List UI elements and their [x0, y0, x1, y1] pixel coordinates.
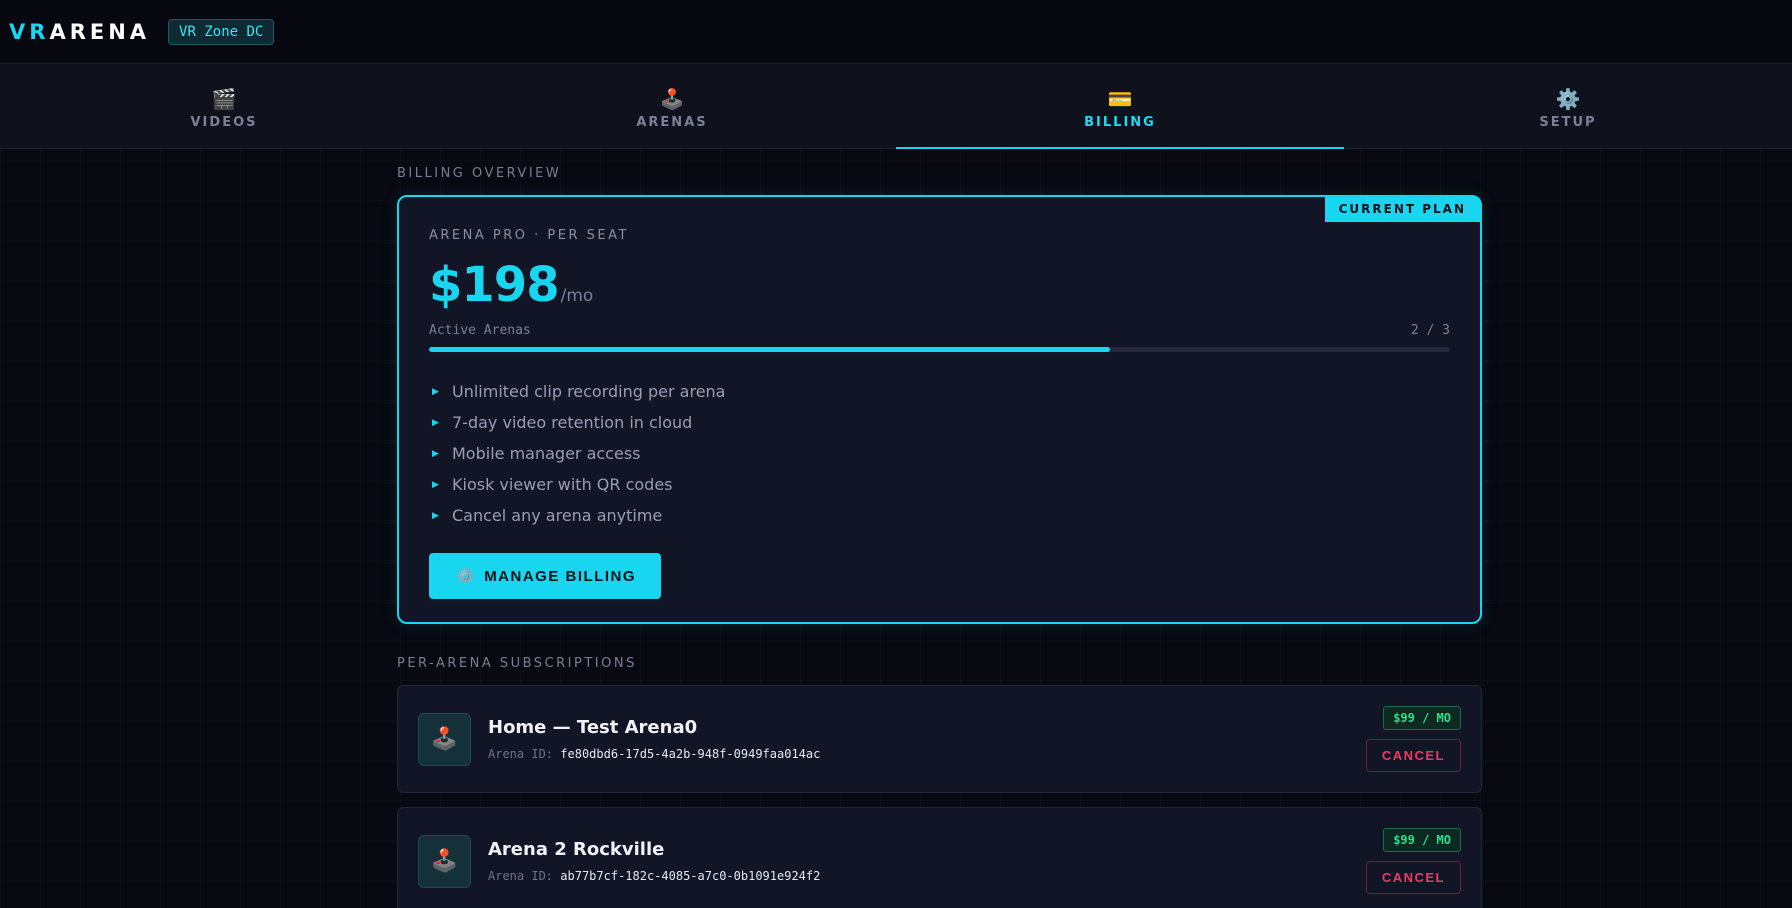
venue-badge: VR Zone DC [168, 18, 275, 45]
usage-label: Active Arenas [429, 323, 531, 338]
triangle-bullet-icon: ▶ [432, 417, 439, 428]
usage-row: Active Arenas 2 / 3 [429, 323, 1450, 338]
tab-arenas[interactable]: 🕹️ ARENAS [448, 64, 896, 148]
section-title: PER-ARENA SUBSCRIPTIONS [397, 656, 637, 671]
arena-id: Arena ID: ab77b7cf-182c-4085-a7c0-0b1091… [488, 869, 821, 883]
usage-value: 2 / 3 [1410, 323, 1450, 338]
logo-text: ARENA [49, 19, 151, 44]
feature-item: ▶ Cancel any arena anytime [429, 500, 1450, 531]
joystick-icon: 🕹️ [659, 86, 685, 111]
triangle-bullet-icon: ▶ [432, 386, 439, 397]
feature-item: ▶ Mobile manager access [429, 438, 1450, 469]
price-badge: $99 / MO [1383, 828, 1461, 852]
arena-name: Home — Test Arena0 [488, 717, 698, 738]
feature-list: ▶ Unlimited clip recording per arena ▶ 7-d… [429, 376, 1450, 531]
main-nav: 🎬 VIDEOS 🕹️ ARENAS 💳 BILLING ⚙️ SETUP [0, 64, 1792, 149]
arena-actions: $99 / MO CANCEL [1365, 828, 1461, 894]
joystick-icon: 🕹️ [418, 712, 471, 766]
current-plan-card: CURRENT PLAN ARENA PRO · PER SEAT $198 /… [397, 195, 1482, 624]
price-row: $198 /mo [429, 257, 1450, 313]
arena-name: Arena 2 Rockville [488, 839, 665, 860]
tab-setup[interactable]: ⚙️ SETUP [1344, 64, 1792, 148]
arena-subscription-row: 🕹️ Arena 2 Rockville Arena ID: ab77b7cf-… [397, 807, 1482, 908]
feature-item: ▶ Kiosk viewer with QR codes [429, 469, 1450, 500]
arena-info: Home — Test Arena0 Arena ID: fe80dbd6-17… [488, 717, 820, 761]
current-plan-badge: CURRENT PLAN [1324, 197, 1480, 222]
gear-icon: ⚙️ [1555, 86, 1581, 111]
feature-item: ▶ Unlimited clip recording per arena [429, 376, 1450, 407]
triangle-bullet-icon: ▶ [432, 479, 439, 490]
joystick-icon: 🕹️ [418, 834, 471, 888]
usage-progress-bar [429, 347, 1450, 352]
tab-label: ARENAS [636, 114, 708, 130]
section-title: BILLING OVERVIEW [397, 166, 562, 181]
manage-billing-button[interactable]: ⚙️ MANAGE BILLING [429, 553, 662, 599]
clapper-icon: 🎬 [211, 86, 237, 111]
plan-price: $198 [429, 257, 560, 313]
credit-card-icon: 💳 [1107, 86, 1133, 111]
price-unit: /mo [560, 286, 594, 306]
triangle-bullet-icon: ▶ [432, 510, 439, 521]
app-logo[interactable]: VRARENA [9, 20, 150, 44]
arena-info: Arena 2 Rockville Arena ID: ab77b7cf-182… [488, 839, 820, 883]
tab-label: SETUP [1539, 114, 1597, 130]
manage-billing-label: MANAGE BILLING [484, 567, 637, 585]
cancel-subscription-button[interactable]: CANCEL [1365, 739, 1461, 772]
gear-icon: ⚙️ [456, 568, 477, 585]
tab-billing[interactable]: 💳 BILLING [896, 64, 1344, 149]
arena-actions: $99 / MO CANCEL [1365, 706, 1461, 772]
top-bar: VRARENA VR Zone DC [0, 0, 1792, 64]
cancel-subscription-button[interactable]: CANCEL [1365, 861, 1461, 894]
triangle-bullet-icon: ▶ [432, 448, 439, 459]
tab-videos[interactable]: 🎬 VIDEOS [0, 64, 448, 148]
price-badge: $99 / MO [1383, 706, 1461, 730]
arena-subscription-row: 🕹️ Home — Test Arena0 Arena ID: fe80dbd6… [397, 685, 1482, 793]
plan-name: ARENA PRO · PER SEAT [429, 228, 629, 243]
tab-label: VIDEOS [190, 114, 258, 130]
tab-label: BILLING [1084, 114, 1156, 130]
logo-accent: VR [9, 19, 50, 44]
arena-id: Arena ID: fe80dbd6-17d5-4a2b-948f-0949fa… [488, 747, 821, 761]
usage-progress-fill [429, 347, 1110, 352]
feature-item: ▶ 7-day video retention in cloud [429, 407, 1450, 438]
billing-main: BILLING OVERVIEW CURRENT PLAN ARENA PRO … [397, 148, 1482, 908]
